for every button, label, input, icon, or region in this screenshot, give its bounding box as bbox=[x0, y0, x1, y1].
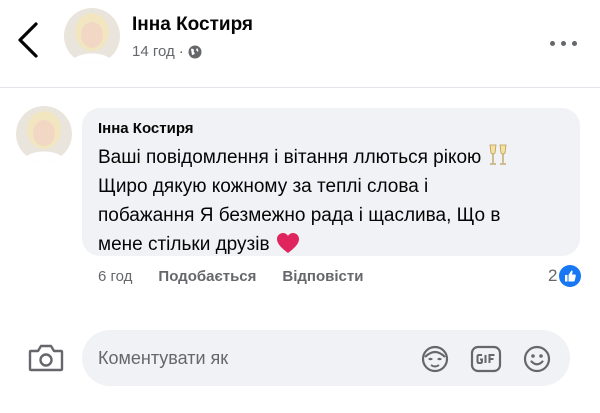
comment-input-box[interactable] bbox=[82, 330, 570, 386]
post-time[interactable]: 14 год bbox=[132, 43, 175, 60]
emoji-icon bbox=[523, 345, 551, 373]
gif-icon bbox=[470, 345, 502, 373]
like-icon bbox=[559, 265, 582, 287]
emoji-button[interactable] bbox=[522, 344, 552, 374]
comment-text: Ваші повідомлення і вітання ллються ріко… bbox=[98, 143, 564, 259]
comment-composer bbox=[0, 322, 600, 392]
comment-line: побажання Я безмежно рада і щаслива, Що … bbox=[98, 205, 501, 226]
author-name[interactable]: Інна Костиря bbox=[132, 14, 253, 36]
comment-time[interactable]: 6 год bbox=[98, 268, 132, 285]
comment-input[interactable] bbox=[98, 330, 408, 386]
reply-button[interactable]: Відповісти bbox=[282, 268, 363, 285]
more-icon bbox=[550, 40, 555, 46]
comment-actions: 6 год Подобається Відповісти bbox=[98, 268, 363, 285]
author-avatar[interactable] bbox=[64, 8, 120, 64]
comment-author-avatar[interactable] bbox=[16, 106, 72, 162]
comment-author-name[interactable]: Інна Костиря bbox=[98, 120, 564, 137]
avatar-sticker-button[interactable] bbox=[420, 344, 450, 374]
avatar-sticker-icon bbox=[421, 345, 449, 373]
heart-icon bbox=[276, 233, 299, 253]
camera-icon bbox=[28, 344, 64, 372]
separator-dot: · bbox=[178, 43, 184, 60]
camera-button[interactable] bbox=[28, 344, 64, 372]
champagne-icon bbox=[489, 144, 507, 165]
comment-line: Щиро дякую кожному за теплі слова і bbox=[98, 176, 429, 197]
globe-icon bbox=[188, 45, 202, 58]
post-meta: 14 год · bbox=[132, 43, 202, 60]
back-button[interactable] bbox=[14, 20, 44, 60]
comment-line: мене стільки друзів bbox=[98, 230, 564, 259]
comment-bubble: Інна Костиря Ваші повідомлення і вітання… bbox=[82, 108, 580, 256]
gif-button[interactable] bbox=[470, 344, 502, 374]
more-options-button[interactable] bbox=[550, 36, 586, 50]
comment-line: Ваші повідомлення і вітання ллються ріко… bbox=[98, 143, 564, 172]
like-button[interactable]: Подобається bbox=[158, 268, 256, 285]
reaction-summary[interactable]: 2 bbox=[548, 265, 582, 287]
chevron-left-icon bbox=[18, 22, 38, 58]
post-header: Інна Костиря 14 год · bbox=[0, 0, 600, 88]
reaction-count: 2 bbox=[548, 266, 558, 285]
